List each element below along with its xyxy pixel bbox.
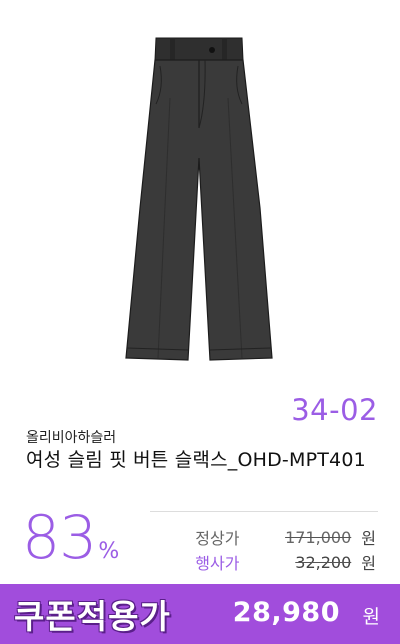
product-title[interactable]: 여성 슬림 핏 버튼 슬랙스_OHD-MPT401 <box>26 448 376 473</box>
event-price-label: 행사가 <box>195 554 240 573</box>
coupon-price-bar: 쿠폰적용가 28,980 원 <box>0 584 400 644</box>
product-card[interactable]: 34-02 올리비아하슬러 여성 슬림 핏 버튼 슬랙스_OHD-MPT401 … <box>0 0 400 644</box>
coupon-price-currency: 원 <box>362 606 380 628</box>
product-code: 34-02 <box>291 393 378 427</box>
coupon-price-value: 28,980 <box>232 597 340 628</box>
event-price-currency: 원 <box>361 554 376 573</box>
discount-value: 83 <box>22 503 97 573</box>
event-price-row: 행사가 32,200 원 <box>195 550 376 574</box>
discount-unit: % <box>98 539 120 564</box>
regular-price-row: 정상가 171,000 원 <box>195 525 376 549</box>
regular-price-currency: 원 <box>361 529 376 548</box>
divider <box>150 511 378 512</box>
regular-price-value: 171,000 <box>285 527 352 547</box>
regular-price-label: 정상가 <box>195 529 240 548</box>
discount-rate: 83 % <box>22 503 119 573</box>
product-image[interactable] <box>60 8 340 370</box>
brand-name: 올리비아하슬러 <box>26 430 117 446</box>
coupon-label: 쿠폰적용가 <box>14 597 171 636</box>
event-price-value: 32,200 <box>295 552 352 572</box>
